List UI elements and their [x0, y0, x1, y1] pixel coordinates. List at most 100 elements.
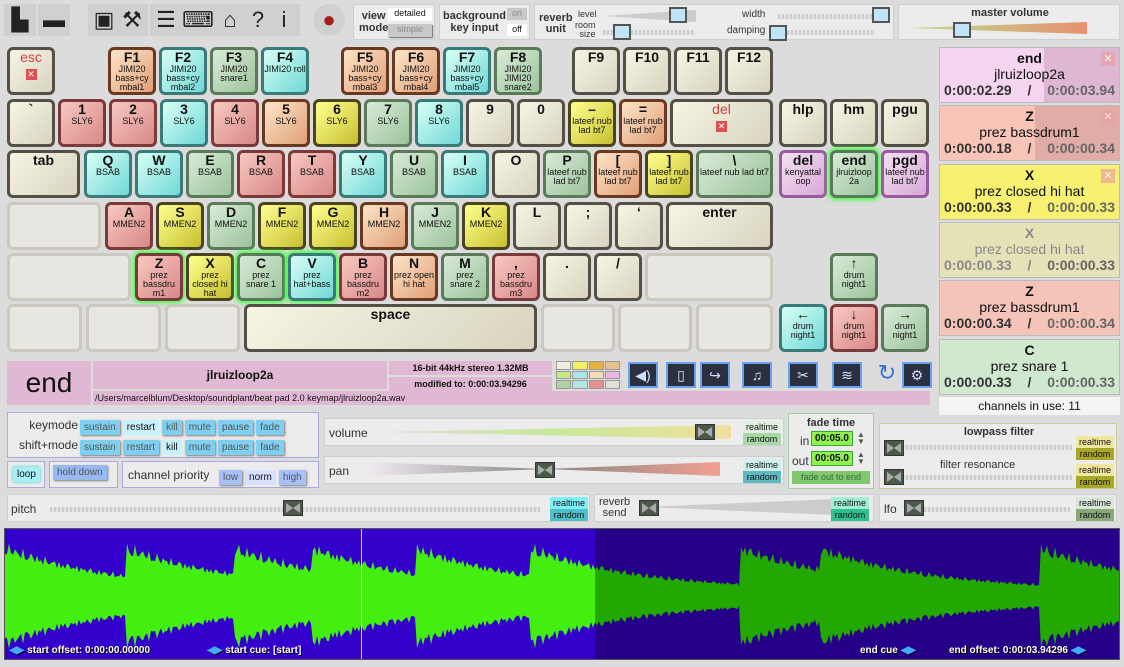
key-hlp[interactable]: hlp	[779, 99, 827, 147]
key-O[interactable]: O	[492, 150, 540, 198]
key-[[interactable]: [lateef nub lad bt7	[594, 150, 642, 198]
keymode-fade-button[interactable]: fade	[256, 420, 284, 435]
master-volume-thumb[interactable]	[953, 22, 971, 38]
key-F2[interactable]: F2 JIMI20 bass+cy mbal2	[159, 47, 207, 95]
key-enter[interactable]: enter	[666, 202, 773, 250]
key-E[interactable]: E BSAB	[186, 150, 234, 198]
speaker-folder-icon[interactable]: ◀)	[628, 362, 658, 388]
waveform-icon[interactable]: ≋	[832, 362, 862, 388]
key-,[interactable]: , prez bassdru m3	[492, 253, 540, 301]
key-F[interactable]: F MMEN2	[258, 202, 306, 250]
key-F6[interactable]: F6 JIMI20 bass+cy mbal4	[392, 47, 440, 95]
key-I[interactable]: I BSAB	[441, 150, 489, 198]
key-F9[interactable]: F9	[572, 47, 620, 95]
keymode-kill-button[interactable]: kill	[162, 420, 182, 435]
volume-slider[interactable]	[381, 425, 731, 439]
resonance-random-toggle[interactable]: random	[1076, 476, 1114, 488]
key-blank[interactable]	[86, 304, 161, 352]
fade-in-input[interactable]: 00:05.0	[811, 431, 853, 446]
sample-name[interactable]: jlruizloop2a	[93, 361, 387, 389]
key-7[interactable]: 7 SLY6	[364, 99, 412, 147]
key-/[interactable]: /	[594, 253, 642, 301]
key-K[interactable]: K MMEN2	[462, 202, 510, 250]
pan-random-toggle[interactable]: random	[743, 471, 781, 483]
palette-swatch[interactable]	[588, 361, 604, 370]
key-L[interactable]: L	[513, 202, 561, 250]
keymode-mute-button[interactable]: mute	[184, 420, 215, 435]
key-4[interactable]: 4 SLY6	[211, 99, 259, 147]
palette-swatch[interactable]	[604, 370, 620, 380]
key-blank[interactable]	[7, 253, 131, 301]
pan-thumb[interactable]	[535, 462, 555, 478]
reverb-send-thumb[interactable]	[639, 500, 659, 516]
shiftmode-sustain-button[interactable]: sustain	[80, 440, 120, 455]
palette-swatch[interactable]	[572, 361, 588, 370]
pitch-random-toggle[interactable]: random	[550, 509, 588, 521]
key-end[interactable]: end jlruizloop 2a	[830, 150, 878, 198]
resonance-realtime-toggle[interactable]: realtime	[1076, 464, 1114, 476]
key-6[interactable]: 6 SLY6	[313, 99, 361, 147]
key-F11[interactable]: F11	[674, 47, 722, 95]
end-offset[interactable]: end offset: 0:00:03.94296 ◀▶	[949, 645, 1086, 656]
lfo-realtime-toggle[interactable]: realtime	[1076, 497, 1114, 509]
fade-out-stepper[interactable]: ▲ ▼	[857, 451, 871, 466]
key-‘[interactable]: ‘	[615, 202, 663, 250]
key-F4[interactable]: F4 JIMI20 roll	[261, 47, 309, 95]
key-3[interactable]: 3 SLY6	[160, 99, 208, 147]
key-blank[interactable]	[645, 253, 773, 301]
key-D[interactable]: D MMEN2	[207, 202, 255, 250]
key-space[interactable]: space	[244, 304, 537, 352]
key-S[interactable]: S MMEN2	[156, 202, 204, 250]
channel-item[interactable]: ✕ end jlruizloop2a 0:00:02.29/0:00:03.94	[939, 47, 1120, 103]
priority-low-button[interactable]: low	[219, 470, 243, 485]
key-F12[interactable]: F12	[725, 47, 773, 95]
bg-key-off-button[interactable]: off	[507, 24, 527, 36]
key-F10[interactable]: F10	[623, 47, 671, 95]
key-pgu[interactable]: pgu	[881, 99, 929, 147]
key-pgd[interactable]: pgd lateef nub lad bt7	[881, 150, 929, 198]
pitch-realtime-toggle[interactable]: realtime	[550, 497, 588, 509]
channel-item[interactable]: Cprez snare 1 0:00:00.33 / 0:00:00.33	[939, 338, 1120, 395]
key-][interactable]: ] lateef nub lad bt7	[645, 150, 693, 198]
key-1[interactable]: 1 SLY6	[58, 99, 106, 147]
key-`[interactable]: `	[7, 99, 55, 147]
lfo-thumb[interactable]	[904, 500, 924, 516]
lowpass-thumb[interactable]	[884, 440, 904, 456]
key-2[interactable]: 2 SLY6	[109, 99, 157, 147]
key-N[interactable]: Nprez open hi hat	[390, 253, 438, 301]
channel-item[interactable]: ✕ Zprez bassdrum1 0:00:00.18/0:00:00.34	[939, 105, 1120, 162]
waveform-editor[interactable]: ◀▶ start offset: 0:00:00.00000 ◀▶ start …	[4, 528, 1120, 660]
pitch-thumb[interactable]	[283, 500, 303, 516]
palette-swatch[interactable]	[588, 380, 604, 389]
reverb-realtime-toggle[interactable]: realtime	[831, 497, 869, 509]
key-Y[interactable]: Y BSAB	[339, 150, 387, 198]
key-.[interactable]: .	[543, 253, 591, 301]
key-Z[interactable]: Zprez bassdru m1	[135, 253, 183, 301]
lfo-random-toggle[interactable]: random	[1076, 509, 1114, 521]
tools-icon[interactable]: ⚒	[116, 4, 148, 36]
view-detailed-button[interactable]: detailed	[388, 8, 432, 21]
palette-swatch[interactable]	[588, 370, 604, 380]
key-\[interactable]: \ lateef nub lad bt7	[696, 150, 773, 198]
end-offset-arrows-icon[interactable]: ◀▶	[1071, 645, 1086, 656]
fade-out-to-end-button[interactable]: fade out to end	[792, 471, 870, 484]
end-cue-arrows-icon[interactable]: ◀▶	[901, 645, 916, 656]
view-simple-button[interactable]: simple	[388, 24, 432, 37]
key-;[interactable]: ;	[564, 202, 612, 250]
damping-slider[interactable]	[775, 30, 875, 35]
key-←[interactable]: ← drum night1	[779, 304, 827, 352]
width-slider[interactable]	[778, 14, 878, 19]
channel-item[interactable]: Zprez bassdrum1 0:00:00.34 / 0:00:00.34	[939, 280, 1120, 337]
key-–[interactable]: – lateef nub lad bt7	[568, 99, 616, 147]
key-U[interactable]: U BSAB	[390, 150, 438, 198]
key-M[interactable]: Mprez snare 2	[441, 253, 489, 301]
key-C[interactable]: Cprez snare 1	[237, 253, 285, 301]
key-J[interactable]: J MMEN2	[411, 202, 459, 250]
loop-button[interactable]: loop	[13, 467, 40, 482]
refresh-icon[interactable]: ↻	[872, 362, 902, 388]
volume-thumb[interactable]	[695, 424, 715, 440]
damping-thumb[interactable]	[769, 25, 787, 41]
keymode-pause-button[interactable]: pause	[217, 420, 254, 435]
key-blank[interactable]	[696, 304, 773, 352]
key-X[interactable]: Xprez closed hi hat	[186, 253, 234, 301]
